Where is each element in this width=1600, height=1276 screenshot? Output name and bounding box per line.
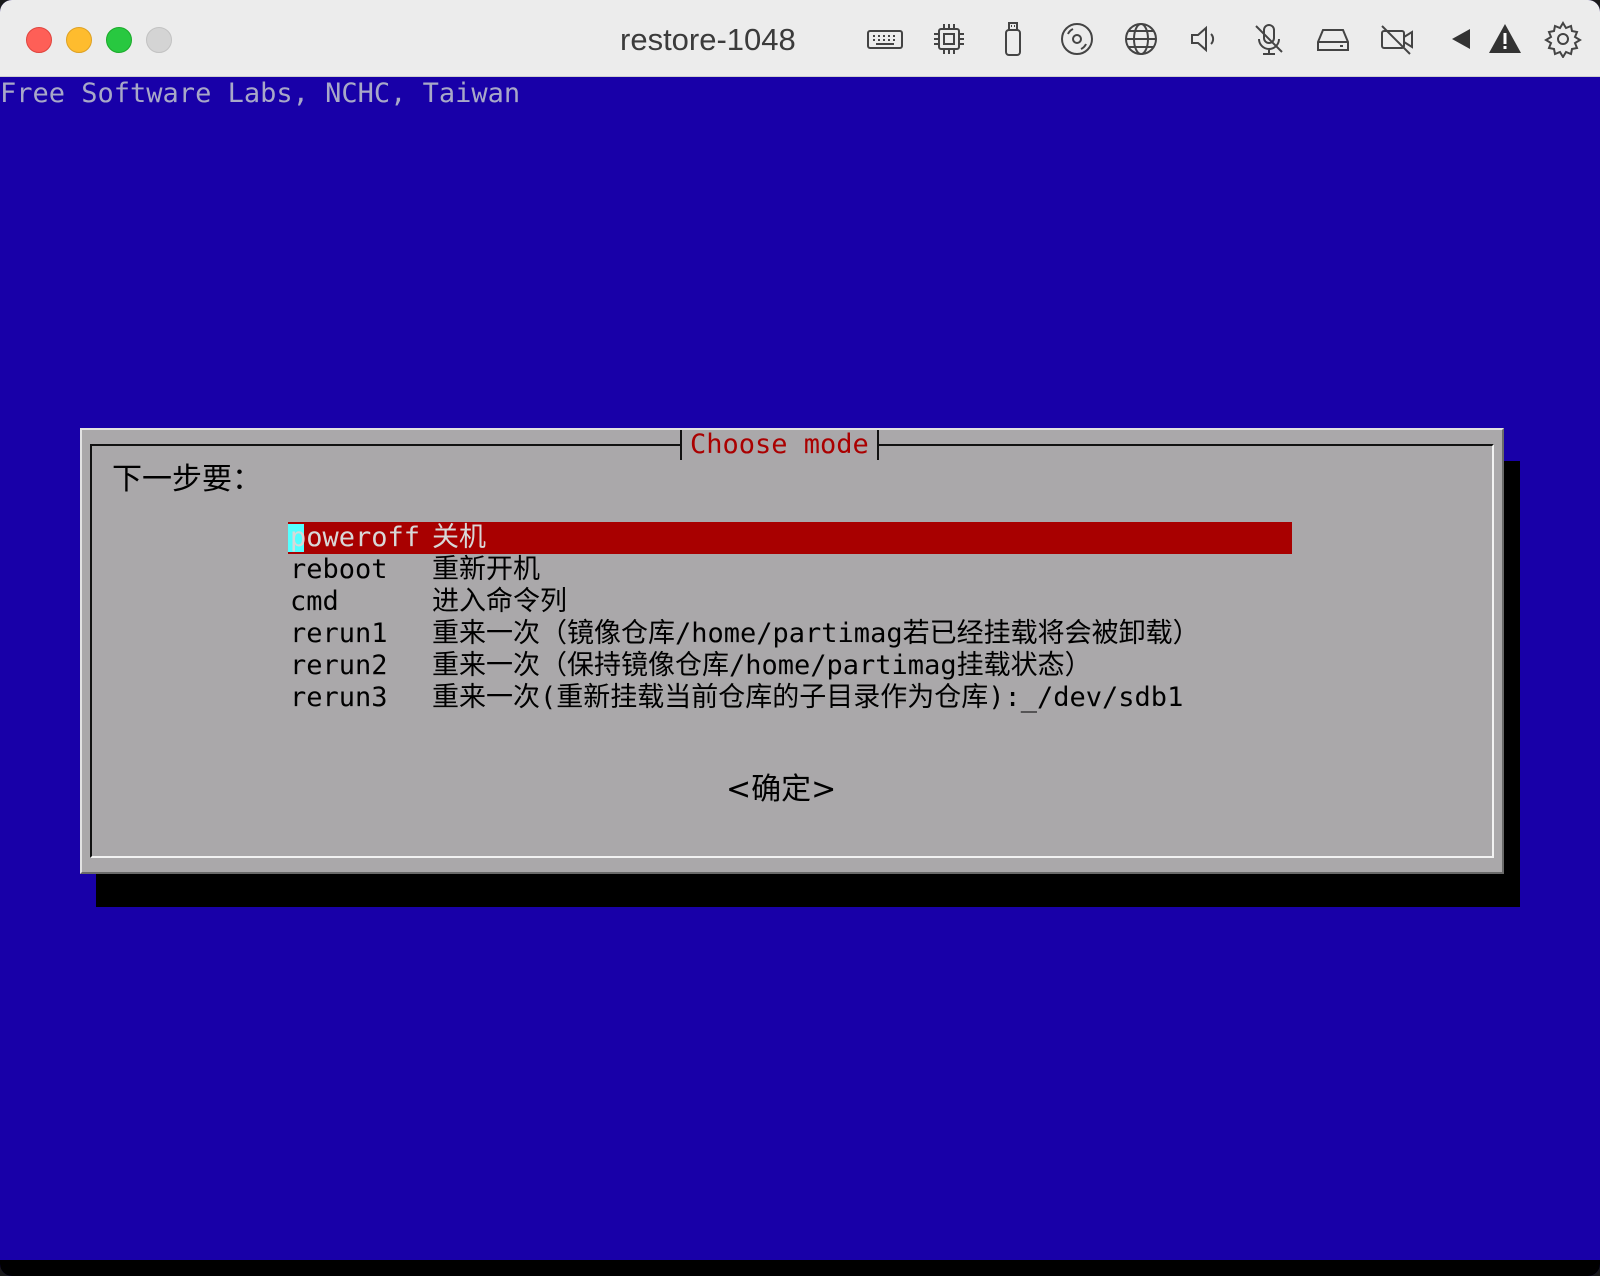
menu-item-description: 重来一次(重新挂载当前仓库的子目录作为仓库):_/dev/sdb1 [432,682,1184,713]
vm-window: restore-1048 Free Software Labs, NCHC, T… [0,0,1600,1276]
menu-item-tag: cmd [290,586,339,617]
menu-item-tag: reboot [290,554,388,585]
dialog-title: Choose mode [680,430,879,460]
menu-item-reboot[interactable]: reboot 重新开机 [288,554,1292,586]
ok-button[interactable]: <确定> [726,770,836,810]
disc-icon[interactable] [1058,20,1096,58]
title-bar: restore-1048 [0,0,1600,77]
menu-item-tag: poweroff [290,522,421,553]
back-arrow-icon[interactable] [1442,20,1480,58]
menu-item-description: 重新开机 [432,554,540,585]
menu-item-rerun3[interactable]: rerun3 重来一次(重新挂载当前仓库的子目录作为仓库):_/dev/sdb1 [288,682,1292,714]
close-button[interactable] [26,27,52,53]
menu-item-cmd[interactable]: cmd 进入命令列 [288,586,1292,618]
usb-drive-icon[interactable] [994,20,1032,58]
cpu-icon[interactable] [930,20,968,58]
camera-off-icon[interactable] [1378,20,1416,58]
window-title: restore-1048 [620,22,796,57]
keyboard-icon[interactable] [866,20,904,58]
choose-mode-dialog: Choose mode 下一步要： poweroff 关机 reboot 重新开… [80,428,1504,874]
minimize-button[interactable] [66,27,92,53]
menu-item-tag: rerun2 [290,650,388,681]
menu-item-description: 重来一次（镜像仓库/home/partimag若已经挂载将会被卸载） [432,618,1200,649]
warning-icon[interactable] [1486,20,1524,58]
network-icon[interactable] [1122,20,1160,58]
menu-item-description: 关机 [432,522,486,553]
menu-item-tag: rerun1 [290,618,388,649]
dialog-prompt: 下一步要： [112,462,262,497]
gear-icon[interactable] [1544,20,1582,59]
menu-item-description: 重来一次（保持镜像仓库/home/partimag挂载状态） [432,650,1092,681]
speaker-icon[interactable] [1186,20,1224,58]
hard-drive-icon[interactable] [1314,20,1352,58]
vm-screen[interactable]: Free Software Labs, NCHC, Taiwan Choose … [0,77,1600,1260]
menu-item-rerun2[interactable]: rerun2 重来一次（保持镜像仓库/home/partimag挂载状态） [288,650,1292,682]
maximize-button[interactable] [106,27,132,53]
mode-menu: poweroff 关机 reboot 重新开机 cmd 进入命令列 rerun1… [288,522,1292,714]
menu-item-tag: rerun3 [290,682,388,713]
menu-item-rerun1[interactable]: rerun1 重来一次（镜像仓库/home/partimag若已经挂载将会被卸载… [288,618,1292,650]
menu-item-description: 进入命令列 [432,586,567,617]
microphone-muted-icon[interactable] [1250,20,1288,58]
menu-item-poweroff[interactable]: poweroff 关机 [288,522,1292,554]
bottom-edge [0,1260,1600,1276]
disabled-window-button [146,27,172,53]
screen-header: Free Software Labs, NCHC, Taiwan [0,78,521,109]
